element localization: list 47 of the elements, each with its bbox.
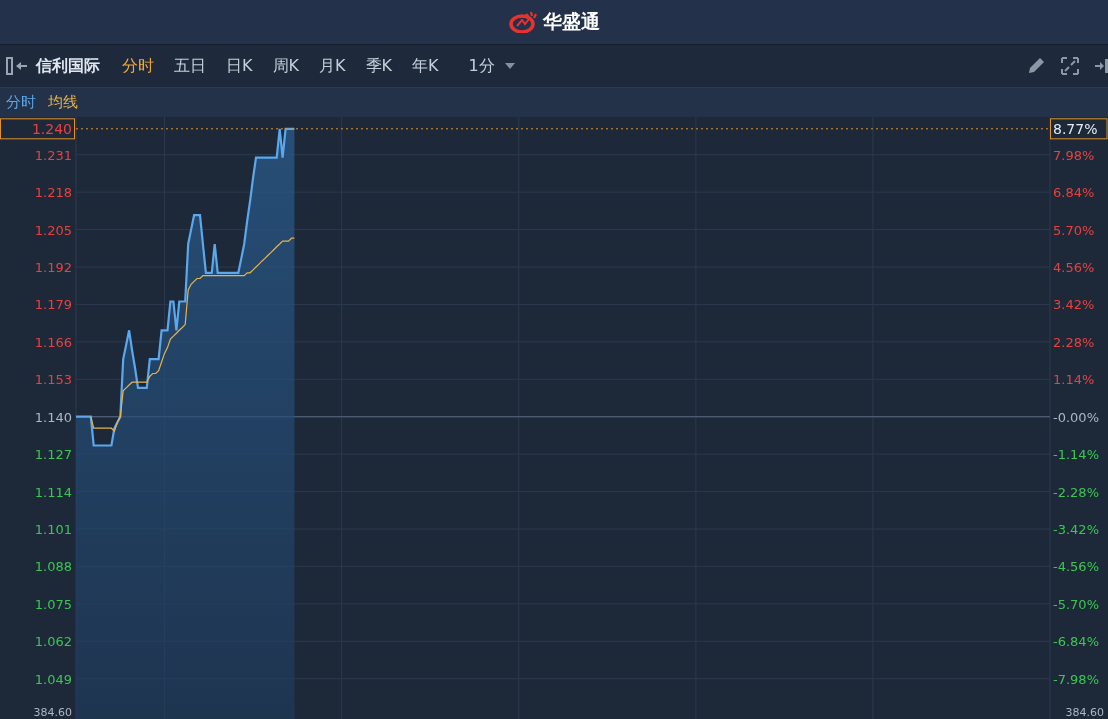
period-tab[interactable]: 月K [319,55,346,77]
change-axis-label: 1.14% [1053,372,1095,388]
change-axis-label: 2.28% [1053,334,1095,350]
price-axis-label: 1.166 [34,334,72,350]
change-axis-label: 5.70% [1053,222,1095,238]
brand-name: 华盛通 [542,9,600,34]
change-axis-label: 3.42% [1053,297,1095,313]
price-axis-label: 1.075 [34,596,72,612]
period-tab[interactable]: 年K [412,55,439,77]
change-axis-label: -3.42% [1053,522,1099,537]
last-change-label: 8.77% [1050,118,1108,140]
price-axis-label: 1.114 [34,484,72,500]
price-axis-label: 1.101 [34,522,72,537]
period-tab[interactable]: 日K [226,55,253,77]
change-axis-label: -6.84% [1053,634,1099,650]
period-tab[interactable]: 季K [365,55,392,77]
stock-name: 信利国际 [36,55,100,77]
price-axis-label: 1.140 [34,409,72,425]
price-axis-label: 1.153 [34,372,72,388]
change-axis-label: -2.28% [1053,484,1099,500]
period-tab[interactable]: 周K [272,55,299,77]
price-axis-label: 1.218 [34,185,72,201]
change-axis-label: -0.00% [1053,409,1099,425]
change-axis-label: -4.56% [1053,559,1099,575]
period-tab[interactable]: 分时 [122,55,154,77]
change-axis-label: -1.14% [1053,447,1099,463]
change-axis-label: 4.56% [1053,260,1095,275]
legend-label: 分时 [6,93,36,112]
interval-dropdown[interactable]: 1分 [468,55,515,77]
price-axis-label: 1.192 [34,260,72,275]
ref-line-label: 1.240 [31,120,72,137]
volume-axis-label: 384.60 [1065,706,1104,719]
price-axis-label: 1.088 [34,559,72,575]
price-axis-label: 1.062 [34,634,72,650]
legend-label: 均线 [48,93,78,112]
last-price-label: 1.240 [0,118,75,140]
price-axis-label: 1.049 [34,671,72,687]
volume-axis-label: 384.60 [33,706,72,719]
price-axis-label: 1.205 [34,222,72,238]
change-axis-label: 6.84% [1053,185,1095,201]
price-axis-label: 1.127 [34,447,72,463]
period-tab[interactable]: 五日 [174,55,206,77]
price-axis-label: 1.179 [34,297,72,313]
change-axis-label: -7.98% [1053,671,1099,687]
change-axis-label: -5.70% [1053,596,1099,612]
price-axis-label: 1.231 [34,147,72,163]
change-axis-label: 7.98% [1053,147,1095,163]
